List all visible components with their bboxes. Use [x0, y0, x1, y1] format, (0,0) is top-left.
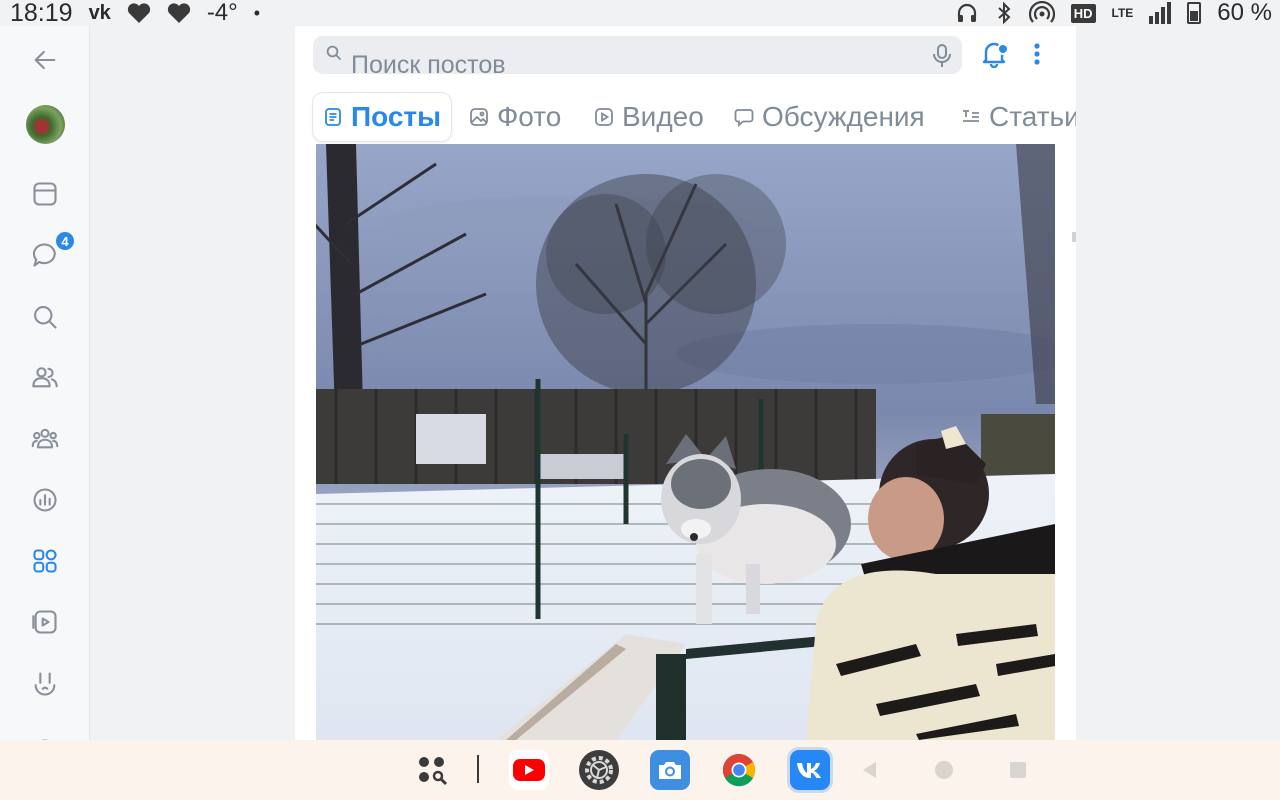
messages-badge: 4: [54, 230, 76, 252]
sidebar-item-video[interactable]: [25, 602, 65, 642]
headphones-icon: [957, 3, 976, 22]
status-bar: 18:19 vk -4° • HD LTE 60 %: [0, 0, 1280, 27]
tab-label: Посты: [351, 101, 442, 132]
battery-icon: [1187, 2, 1202, 24]
arrow-left-icon: [34, 50, 56, 70]
hd-voice-badge: HD: [1070, 3, 1096, 23]
bluetooth-icon: [998, 1, 1011, 25]
post-media-image[interactable]: [316, 144, 1055, 740]
article-icon: [963, 110, 979, 122]
scrollbar-thumb[interactable]: [1072, 232, 1076, 242]
camera-icon: [650, 750, 690, 790]
chrome-icon: [719, 750, 759, 790]
winter-photo: [316, 144, 1055, 740]
back-triangle-icon: [863, 762, 876, 778]
tab-photos[interactable]: Фото: [459, 93, 571, 141]
android-taskbar: [0, 740, 1280, 800]
sidebar-item-search[interactable]: [25, 297, 65, 337]
camera-app[interactable]: [650, 750, 690, 790]
heart-icon: [167, 3, 190, 24]
document-icon: [325, 108, 341, 126]
tab-video[interactable]: Видео: [584, 93, 714, 141]
recents-nav-button[interactable]: [998, 750, 1038, 790]
taskbar-divider: [477, 755, 479, 783]
back-nav-button[interactable]: [850, 750, 890, 790]
heart-icon: [127, 3, 150, 24]
vk-app[interactable]: [790, 750, 830, 790]
search-icon: [326, 45, 341, 60]
gear-icon: [579, 750, 619, 790]
vk-icon: [790, 750, 830, 790]
search-bar[interactable]: [313, 36, 962, 74]
profile-avatar[interactable]: [26, 105, 65, 144]
play-icon: [595, 108, 613, 126]
content-tabs: Посты Фото Видео Обсуждения Статьи: [313, 93, 1076, 141]
clock: 18:19: [10, 0, 73, 27]
more-notifications-dot: •: [253, 2, 261, 23]
sidebar-item-services[interactable]: [25, 541, 65, 581]
tab-label: Фото: [497, 101, 562, 132]
search-icon: [34, 306, 57, 329]
image-icon: [470, 108, 488, 126]
app-drawer-icon: [419, 757, 448, 786]
recents-square-icon: [1010, 762, 1026, 778]
microphone-icon[interactable]: [932, 43, 952, 69]
tab-label: Обсуждения: [762, 101, 925, 132]
tab-discussions[interactable]: Обсуждения: [724, 93, 935, 141]
friends-icon: [32, 367, 58, 388]
stats-icon: [33, 488, 57, 512]
home-nav-button[interactable]: [924, 750, 964, 790]
more-vertical-icon[interactable]: [1033, 42, 1041, 66]
clips-icon: [34, 672, 56, 696]
youtube-icon: [509, 750, 549, 790]
home-circle-icon: [935, 761, 953, 779]
signal-strength-icon: [1149, 2, 1172, 24]
battery-percentage: 60 %: [1217, 0, 1272, 26]
vk-notification-icon: vk: [88, 1, 111, 24]
hotspot-icon: [1028, 1, 1055, 23]
back-button[interactable]: [25, 40, 65, 80]
lte-indicator: LTE: [1111, 5, 1134, 20]
sidebar-item-statistics[interactable]: [25, 480, 65, 520]
side-navigation: 4: [0, 26, 90, 758]
video-icon: [32, 610, 57, 634]
community-posts-page: Посты Фото Видео Обсуждения Статьи: [295, 26, 1076, 740]
sidebar-item-communities[interactable]: [25, 418, 65, 458]
tab-posts[interactable]: Посты: [313, 93, 452, 141]
tab-label: Статьи: [989, 101, 1076, 132]
chrome-app[interactable]: [719, 750, 759, 790]
search-input[interactable]: [351, 50, 911, 74]
app-drawer-button[interactable]: [412, 750, 452, 790]
settings-app[interactable]: [579, 750, 619, 790]
youtube-app[interactable]: [509, 750, 549, 790]
feed-icon: [33, 182, 57, 206]
tab-label: Видео: [622, 101, 704, 132]
sidebar-item-clips[interactable]: [25, 664, 65, 704]
tab-articles[interactable]: Статьи: [951, 93, 1076, 141]
sidebar-item-friends[interactable]: [25, 357, 65, 397]
communities-icon: [31, 428, 59, 449]
notification-indicator: [997, 43, 1009, 55]
chat-icon: [734, 109, 754, 127]
services-grid-icon: [33, 549, 57, 573]
weather-temperature: -4°: [206, 0, 238, 26]
sidebar-item-feed[interactable]: [25, 174, 65, 214]
